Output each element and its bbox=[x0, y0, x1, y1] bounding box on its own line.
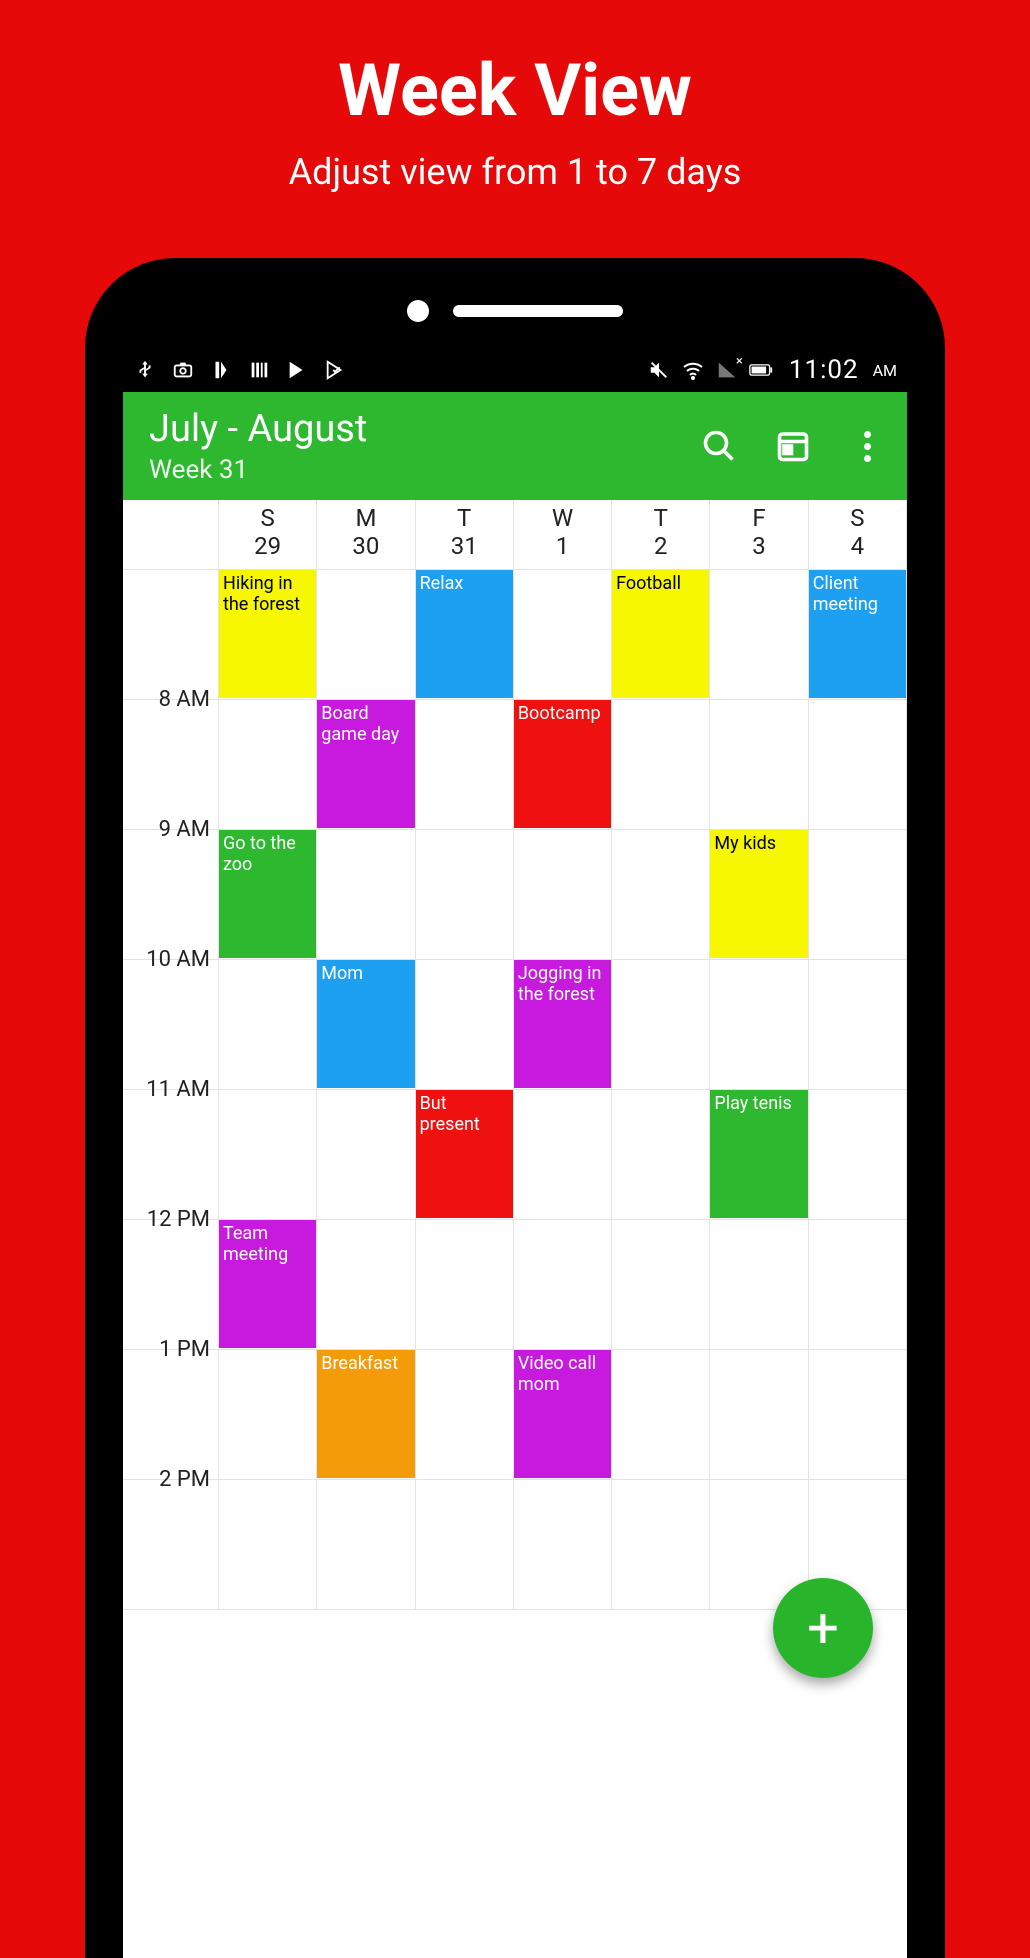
calendar-event[interactable]: Hiking in the forest bbox=[219, 570, 316, 698]
mute-icon bbox=[647, 358, 671, 382]
day-column-0[interactable]: Hiking in the forest Go to the zoo Team me… bbox=[219, 570, 317, 1610]
hour-cell: 2 PM bbox=[123, 1350, 218, 1480]
calendar-event[interactable]: Board game day bbox=[317, 700, 414, 828]
calendar-event[interactable]: My kids bbox=[710, 830, 807, 958]
calendar-event[interactable]: Team meeting bbox=[219, 1220, 316, 1348]
day-column-3[interactable]: Bootcamp Jogging in the forest Video call … bbox=[514, 570, 612, 1610]
day-header-3[interactable]: W1 bbox=[514, 500, 612, 569]
calendar-event[interactable]: Bootcamp bbox=[514, 700, 611, 828]
play-store-icon bbox=[285, 358, 309, 382]
calendar-event[interactable]: Breakfast bbox=[317, 1350, 414, 1478]
camera-icon bbox=[171, 358, 195, 382]
calendar-event[interactable]: Client meeting bbox=[809, 570, 906, 698]
hour-cell: 12 PM bbox=[123, 1090, 218, 1220]
hour-cell: 9 AM bbox=[123, 700, 218, 830]
day-header-0[interactable]: S29 bbox=[219, 500, 317, 569]
app-toolbar: July - August Week 31 bbox=[123, 392, 907, 500]
calendar-week-view[interactable]: S29M30T31W1T2F3S4 8 AM9 AM10 AM11 AM12 P… bbox=[123, 500, 907, 1610]
hours-column: 8 AM9 AM10 AM11 AM12 PM1 PM2 PM bbox=[123, 570, 219, 1610]
day-header-row: S29M30T31W1T2F3S4 bbox=[123, 500, 907, 570]
calendar-event[interactable]: Jogging in the forest bbox=[514, 960, 611, 1088]
day-column-2[interactable]: Relax But present bbox=[416, 570, 514, 1610]
day-column-4[interactable]: Football bbox=[612, 570, 710, 1610]
calendar-event[interactable]: Football bbox=[612, 570, 709, 698]
day-header-4[interactable]: T2 bbox=[612, 500, 710, 569]
phone-frame: × 11:02 AM July - August Week 31 bbox=[85, 258, 945, 1958]
toolbar-title[interactable]: July - August bbox=[149, 407, 699, 451]
status-bar: × 11:02 AM bbox=[123, 348, 907, 392]
app-icon-1 bbox=[209, 358, 233, 382]
day-column-6[interactable]: Client meeting bbox=[809, 570, 907, 1610]
calendar-event[interactable]: Video call mom bbox=[514, 1350, 611, 1478]
day-column-5[interactable]: My kids Play tenis bbox=[710, 570, 808, 1610]
calendar-event[interactable]: Go to the zoo bbox=[219, 830, 316, 958]
battery-icon bbox=[749, 358, 773, 382]
hour-cell: 11 AM bbox=[123, 960, 218, 1090]
today-icon[interactable] bbox=[773, 426, 813, 466]
calendar-event[interactable]: But present bbox=[416, 1090, 513, 1218]
search-icon[interactable] bbox=[699, 426, 739, 466]
toolbar-subtitle: Week 31 bbox=[149, 455, 699, 485]
day-header-2[interactable]: T31 bbox=[416, 500, 514, 569]
phone-speaker bbox=[407, 300, 623, 322]
calendar-event[interactable]: Relax bbox=[416, 570, 513, 698]
calendar-event[interactable]: Mom bbox=[317, 960, 414, 1088]
overflow-menu-icon[interactable] bbox=[847, 426, 887, 466]
day-column-1[interactable]: Board game day Mom Breakfast bbox=[317, 570, 415, 1610]
day-header-5[interactable]: F3 bbox=[710, 500, 808, 569]
hour-cell: 1 PM bbox=[123, 1220, 218, 1350]
promo-title: Week View bbox=[0, 0, 1030, 133]
add-event-fab[interactable]: + bbox=[773, 1578, 873, 1678]
days-grid[interactable]: Hiking in the forest Go to the zoo Team me… bbox=[219, 570, 907, 1610]
phone-screen: × 11:02 AM July - August Week 31 bbox=[123, 348, 907, 1958]
calendar-event[interactable]: Play tenis bbox=[710, 1090, 807, 1218]
hour-cell bbox=[123, 1480, 218, 1610]
day-header-1[interactable]: M30 bbox=[317, 500, 415, 569]
signal-icon: × bbox=[715, 358, 739, 382]
hour-cell: 8 AM bbox=[123, 570, 218, 700]
promo-subtitle: Adjust view from 1 to 7 days bbox=[0, 151, 1030, 193]
status-time: 11:02 bbox=[789, 355, 859, 385]
usb-icon bbox=[133, 358, 157, 382]
hour-cell: 10 AM bbox=[123, 830, 218, 960]
wifi-icon bbox=[681, 358, 705, 382]
status-ampm: AM bbox=[873, 361, 897, 380]
play-check-icon bbox=[323, 358, 347, 382]
day-header-6[interactable]: S4 bbox=[809, 500, 907, 569]
barcode-icon bbox=[247, 358, 271, 382]
